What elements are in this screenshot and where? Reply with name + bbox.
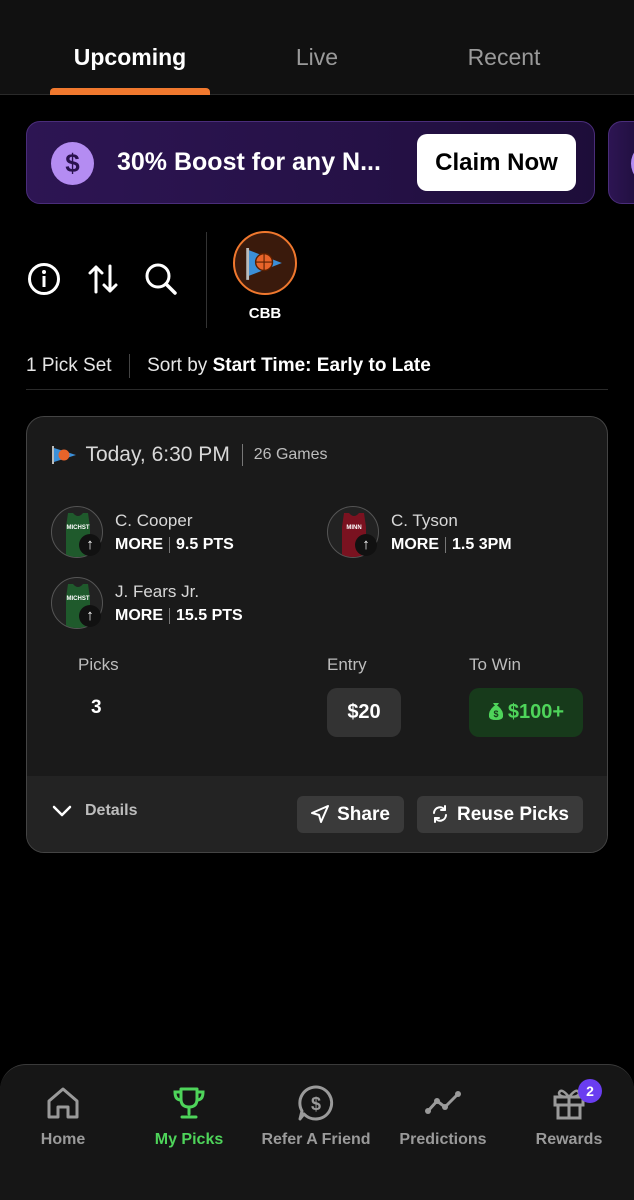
- send-icon: [311, 805, 330, 823]
- nav-home[interactable]: Home: [0, 1083, 126, 1149]
- pick-item[interactable]: MICHST ↑ J. Fears Jr. MORE 15.5 PTS: [51, 577, 291, 633]
- card-footer: Details Share Reuse Picks: [27, 776, 607, 852]
- pick-line: MORE 15.5 PTS: [115, 607, 243, 625]
- entry-label: Entry: [327, 655, 367, 674]
- tab-recent[interactable]: Recent: [424, 44, 584, 71]
- trend-line-icon: [425, 1091, 461, 1114]
- entry-amount: $20: [327, 688, 401, 737]
- pick-stat: 1.5 3PM: [452, 536, 512, 553]
- sport-filter-cbb[interactable]: [233, 231, 297, 295]
- pick-set-card[interactable]: Today, 6:30 PM 26 Games MICHST ↑ C. Coop…: [26, 416, 608, 853]
- details-label: Details: [85, 802, 138, 819]
- nav-label: Predictions: [399, 1131, 487, 1148]
- nav-my-picks[interactable]: My Picks: [126, 1083, 252, 1149]
- tab-live[interactable]: Live: [237, 44, 397, 71]
- toolbar-divider: [206, 232, 207, 328]
- player-name: C. Cooper: [115, 511, 193, 530]
- money-bag-icon: $: [488, 703, 504, 720]
- player-name: C. Tyson: [391, 511, 458, 530]
- pick-item[interactable]: MINN ↑ C. Tyson MORE 1.5 3PM: [327, 506, 567, 562]
- promo-text: 30% Boost for any N...: [117, 148, 381, 176]
- card-games-count: 26 Games: [253, 446, 328, 463]
- nav-refer-a-friend[interactable]: $ Refer A Friend: [253, 1083, 379, 1149]
- search-icon[interactable]: [144, 262, 178, 296]
- refresh-icon: [433, 805, 448, 823]
- card-header: Today, 6:30 PM 26 Games: [51, 443, 328, 467]
- svg-text:MICHST: MICHST: [67, 525, 90, 531]
- player-name: J. Fears Jr.: [115, 582, 200, 601]
- pick-direction: MORE: [115, 607, 163, 624]
- pick-stat: 9.5 PTS: [176, 536, 234, 553]
- pick-line: MORE 9.5 PTS: [115, 536, 234, 554]
- sort-prefix: Sort by: [147, 355, 208, 377]
- pick-set-count: 1 Pick Set: [26, 355, 112, 377]
- to-win-label: To Win: [469, 655, 521, 674]
- nav-label: Home: [40, 1131, 86, 1148]
- nav-label: Refer A Friend: [261, 1131, 371, 1148]
- svg-text:MICHST: MICHST: [67, 596, 90, 602]
- basketball-flag-icon: [246, 248, 282, 280]
- svg-text:$: $: [311, 1094, 321, 1114]
- pick-divider: [169, 607, 170, 624]
- reuse-picks-button[interactable]: Reuse Picks: [417, 796, 583, 833]
- nav-predictions[interactable]: Predictions: [380, 1083, 506, 1149]
- pick-divider: [169, 536, 170, 553]
- notification-badge: 2: [578, 1079, 602, 1103]
- tab-upcoming[interactable]: Upcoming: [50, 44, 210, 71]
- next-promo-banner[interactable]: [608, 121, 634, 204]
- info-icon[interactable]: [27, 262, 61, 296]
- sort-control[interactable]: Sort by Start Time: Early to Late: [147, 355, 431, 376]
- pick-stat: 15.5 PTS: [176, 607, 243, 624]
- card-start-time: Today, 6:30 PM: [85, 443, 230, 466]
- sort-value: Start Time: Early to Late: [212, 355, 431, 377]
- arrow-up-icon: ↑: [79, 534, 101, 556]
- picks-label: Picks: [78, 655, 119, 674]
- dollar-icon: $: [51, 142, 94, 185]
- pick-direction: MORE: [391, 536, 439, 553]
- svg-text:$: $: [493, 709, 498, 719]
- header-divider: [242, 444, 244, 466]
- sort-divider: [128, 354, 130, 378]
- svg-text:MINN: MINN: [346, 525, 361, 531]
- dollar-chat-icon: $: [298, 1085, 334, 1121]
- share-label: Share: [337, 804, 390, 825]
- arrow-up-icon: ↑: [355, 534, 377, 556]
- details-toggle[interactable]: Details: [51, 802, 137, 820]
- sport-filter-label: CBB: [248, 305, 282, 322]
- trophy-icon: [173, 1087, 205, 1119]
- to-win-amount: $ $100+: [469, 688, 583, 737]
- active-tab-indicator: [50, 88, 210, 95]
- divider: [26, 389, 608, 390]
- pick-direction: MORE: [115, 536, 163, 553]
- picks-value: 3: [91, 697, 102, 718]
- nav-label: Rewards: [535, 1131, 603, 1148]
- sort-icon[interactable]: [86, 262, 120, 296]
- pick-line: MORE 1.5 3PM: [391, 536, 512, 554]
- reuse-picks-label: Reuse Picks: [457, 804, 569, 825]
- to-win-value: $100+: [507, 701, 565, 723]
- pick-divider: [445, 536, 446, 553]
- sort-bar: 1 Pick Set Sort by Start Time: Early to …: [26, 354, 431, 378]
- nav-rewards[interactable]: Rewards 2: [506, 1079, 632, 1149]
- promo-banner[interactable]: $ 30% Boost for any N... Claim Now: [26, 121, 595, 204]
- nav-label: My Picks: [154, 1131, 224, 1148]
- arrow-up-icon: ↑: [79, 605, 101, 627]
- bottom-nav: Home My Picks $ Refer A Friend Predictio…: [0, 1064, 634, 1200]
- claim-now-button[interactable]: Claim Now: [417, 134, 576, 191]
- pick-item[interactable]: MICHST ↑ C. Cooper MORE 9.5 PTS: [51, 506, 291, 562]
- chevron-down-icon: [52, 805, 72, 817]
- basketball-flag-icon: [52, 446, 76, 464]
- tab-bar: Upcoming Live Recent: [0, 0, 634, 95]
- home-icon: [47, 1087, 79, 1119]
- share-button[interactable]: Share: [297, 796, 404, 833]
